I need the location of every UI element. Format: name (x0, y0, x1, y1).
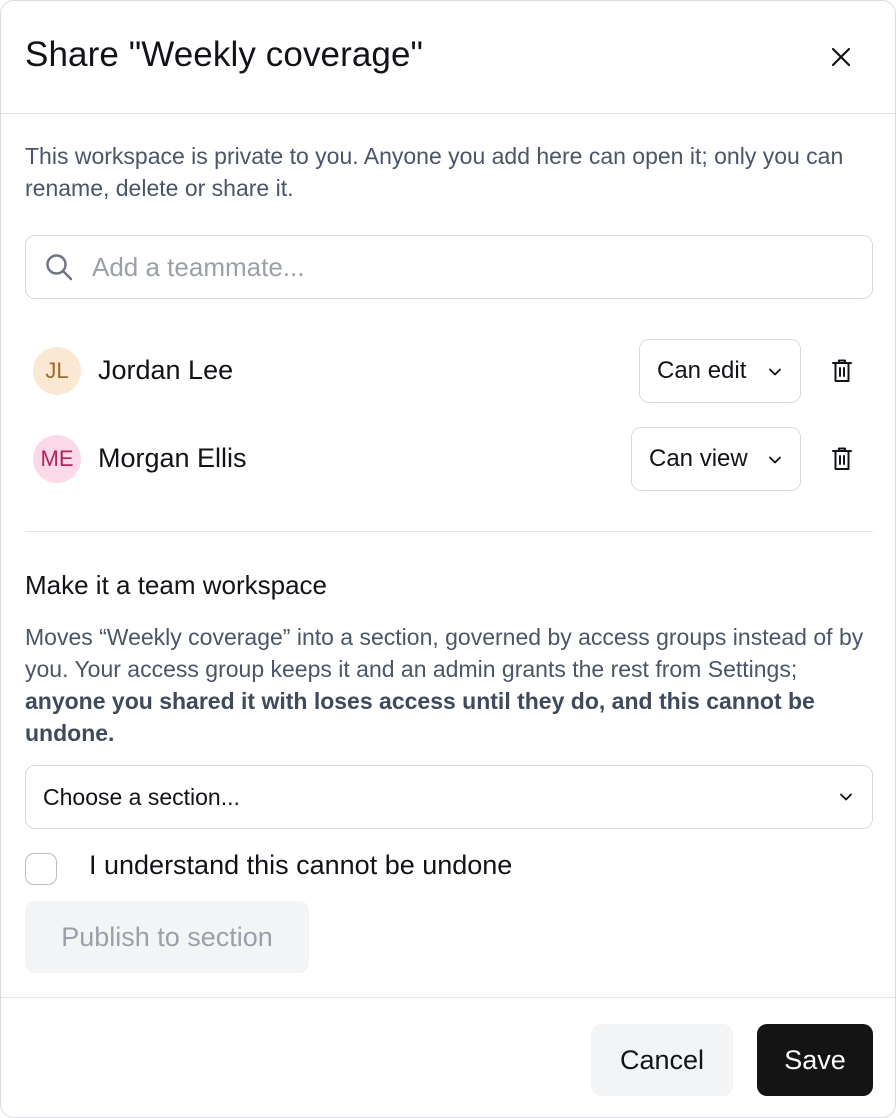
remove-member-button[interactable] (827, 356, 857, 386)
team-workspace-heading: Make it a team workspace (25, 570, 328, 600)
close-button[interactable] (823, 39, 859, 75)
save-button[interactable]: Save (757, 1024, 873, 1096)
team-workspace-description: Moves “Weekly coverage” into a section, … (25, 621, 875, 749)
dialog-footer: Cancel Save (1, 997, 895, 1117)
team-description-text: Moves “Weekly coverage” into a section, … (25, 624, 864, 682)
role-select-value: Can edit (657, 357, 747, 384)
publish-to-section-button[interactable]: Publish to section (25, 901, 309, 973)
member-name: Jordan Lee (98, 355, 234, 385)
confirm-checkbox[interactable] (25, 853, 57, 885)
chevron-down-icon (840, 793, 852, 801)
section-select[interactable]: Choose a section... (25, 765, 873, 829)
member-name: Morgan Ellis (98, 443, 247, 473)
chevron-down-icon (769, 456, 781, 464)
role-select-value: Can view (649, 445, 748, 472)
dialog-header: Share "Weekly coverage" (1, 1, 895, 114)
cancel-button[interactable]: Cancel (591, 1024, 733, 1096)
confirm-checkbox-label[interactable]: I understand this cannot be undone (89, 850, 512, 881)
trash-icon (832, 447, 852, 470)
member-row: ME Morgan Ellis Can view (1, 427, 895, 491)
remove-member-button[interactable] (827, 444, 857, 474)
section-divider (25, 531, 873, 532)
avatar: JL (33, 347, 81, 395)
team-description-warning: anyone you shared it with loses access u… (25, 688, 815, 746)
search-icon (46, 254, 73, 281)
trash-icon (832, 359, 852, 382)
privacy-description: This workspace is private to you. Anyone… (25, 143, 844, 201)
dialog-title: Share "Weekly coverage" (25, 35, 424, 74)
role-select[interactable]: Can view (631, 427, 801, 491)
section-select-value: Choose a section... (43, 784, 240, 810)
share-dialog: Share "Weekly coverage" This workspace i… (0, 0, 896, 1118)
avatar: ME (33, 435, 81, 483)
teammate-search-input[interactable] (92, 246, 852, 288)
close-icon (831, 47, 851, 67)
teammate-search (25, 235, 873, 299)
member-row: JL Jordan Lee Can edit (1, 339, 895, 403)
chevron-down-icon (769, 368, 781, 376)
role-select[interactable]: Can edit (639, 339, 801, 403)
